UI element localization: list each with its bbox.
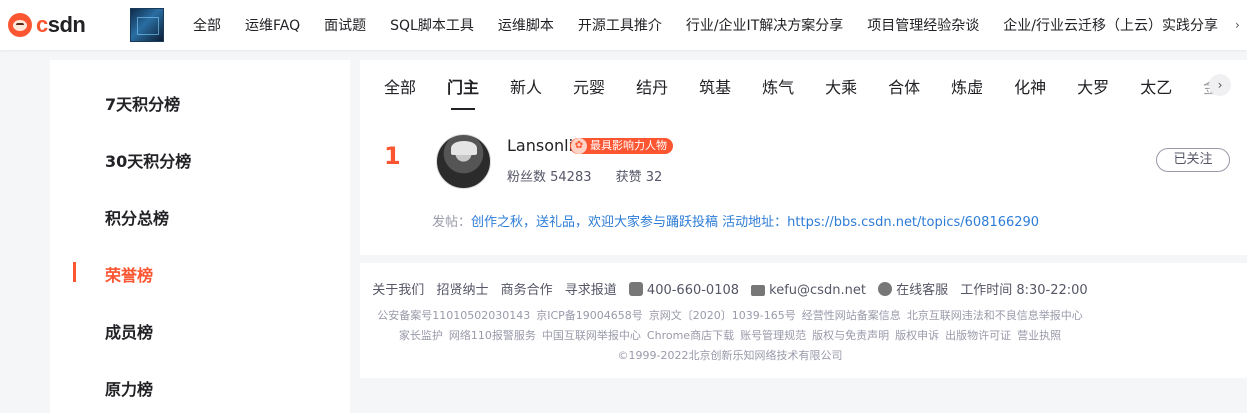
top-navbar: csdn 全部 运维FAQ 面试题 SQL脚本工具 运维脚本 开源工具推介 行业/企业IT解…: [0, 0, 1247, 50]
sidebar-item-honor[interactable]: 荣誉榜: [105, 262, 153, 286]
rank-number: 1: [384, 142, 401, 170]
footer-link[interactable]: 寻求报道: [565, 283, 617, 298]
footer-license-link-1[interactable]: 京ICP备19004658号: [536, 309, 643, 322]
footer-link[interactable]: 关于我们: [372, 283, 424, 298]
community-thumbnail[interactable]: [130, 8, 164, 42]
ranking-panel: 全部门主新人元婴结丹筑基炼气大乘合体炼虚化神大罗太乙金 › 1 Lansonli…: [360, 60, 1247, 255]
tab-level-8[interactable]: 合体: [888, 74, 920, 98]
avatar[interactable]: [436, 134, 491, 189]
footer-small-link-4[interactable]: 账号管理规范: [740, 329, 806, 342]
footer-license-link-4[interactable]: 北京互联网违法和不良信息举报中心: [907, 309, 1083, 322]
chevron-right-icon[interactable]: ›: [1235, 18, 1247, 32]
footer-hours: 工作时间 8:30-22:00: [960, 283, 1088, 298]
chat-icon: [878, 282, 893, 296]
footer-copyright: ©1999-2022北京创新乐知网络技术有限公司: [617, 349, 843, 362]
nav-link-1[interactable]: 运维FAQ: [245, 15, 300, 35]
footer-small-link-2[interactable]: 中国互联网举报中心: [542, 329, 641, 342]
footer-license-link-0[interactable]: 公安备案号11010502030143: [377, 309, 530, 322]
nav-link-7[interactable]: 项目管理经验杂谈: [867, 15, 979, 35]
mascot-icon: [8, 13, 32, 37]
influence-badge: ✿ 最具影响力人物: [570, 138, 673, 154]
footer-link[interactable]: 招贤纳士: [436, 283, 488, 298]
nav-link-0[interactable]: 全部: [193, 15, 221, 35]
tab-level-6[interactable]: 炼气: [762, 74, 794, 98]
phone-icon: [628, 282, 643, 296]
footer-small-link-3[interactable]: Chrome商店下载: [647, 329, 734, 342]
sidebar-item-30day[interactable]: 30天积分榜: [105, 148, 191, 172]
nav-link-8[interactable]: 企业/行业云迁移（上云）实践分享: [1003, 15, 1218, 35]
nav-link-6[interactable]: 行业/企业IT解决方案分享: [686, 15, 843, 35]
mail-icon: [751, 285, 766, 296]
tab-level-5[interactable]: 筑基: [699, 74, 731, 98]
nav-link-5[interactable]: 开源工具推介: [578, 15, 662, 35]
sidebar: 7天积分榜 30天积分榜 积分总榜 荣誉榜 成员榜 原力榜: [50, 60, 350, 413]
footer-email[interactable]: kefu@csdn.net: [751, 283, 866, 298]
user-stats: 粉丝数 54283 获赞 32: [507, 166, 682, 185]
footer-license-link-3[interactable]: 经营性网站备案信息: [802, 309, 901, 322]
tab-level-7[interactable]: 大乘: [825, 74, 857, 98]
service-label: 在线客服: [896, 283, 949, 298]
footer-small-link-8[interactable]: 营业执照: [1017, 329, 1061, 342]
active-indicator: [73, 262, 76, 282]
follow-button[interactable]: 已关注: [1156, 148, 1230, 172]
badge-label: 最具影响力人物: [590, 139, 667, 152]
footer-small-link-1[interactable]: 网络110报警服务: [449, 329, 536, 342]
nav-link-3[interactable]: SQL脚本工具: [390, 15, 474, 35]
footer-small-link-6[interactable]: 版权申诉: [895, 329, 939, 342]
sidebar-item-members[interactable]: 成员榜: [105, 319, 153, 343]
footer: 关于我们 招贤纳士 商务合作 寻求报道 400-660-0108 kefu@cs…: [360, 263, 1247, 378]
tab-level-2[interactable]: 新人: [510, 74, 542, 98]
email-address: kefu@csdn.net: [769, 283, 866, 298]
phone-number: 400-660-0108: [646, 283, 740, 298]
post-link[interactable]: 创作之秋，送礼品，欢迎大家参与踊跃投稿 活动地址：https://bbs.csd…: [471, 215, 1039, 230]
footer-small-link-5[interactable]: 版权与免责声明: [812, 329, 889, 342]
latest-post: 发帖：创作之秋，送礼品，欢迎大家参与踊跃投稿 活动地址：https://bbs.…: [432, 211, 1039, 230]
sidebar-item-total[interactable]: 积分总榜: [105, 205, 169, 229]
tab-level-9[interactable]: 炼虚: [951, 74, 983, 98]
post-label: 发帖：: [432, 215, 472, 230]
footer-phone: 400-660-0108: [628, 282, 740, 298]
csdn-logo[interactable]: csdn: [8, 12, 86, 38]
sidebar-item-force[interactable]: 原力榜: [105, 376, 153, 400]
nav-link-2[interactable]: 面试题: [324, 15, 366, 35]
tab-level-3[interactable]: 元婴: [573, 74, 605, 98]
tab-level-11[interactable]: 大罗: [1077, 74, 1109, 98]
footer-service[interactable]: 在线客服: [878, 282, 949, 298]
tab-level-12[interactable]: 太乙: [1140, 74, 1172, 98]
footer-small-link-7[interactable]: 出版物许可证: [945, 329, 1011, 342]
tab-level-1[interactable]: 门主: [447, 74, 479, 110]
footer-license-link-2[interactable]: 京网文〔2020〕1039-165号: [649, 309, 796, 322]
fans-count: 粉丝数 54283: [507, 170, 592, 185]
footer-small-link-0[interactable]: 家长监护: [399, 329, 443, 342]
sidebar-item-7day[interactable]: 7天积分榜: [105, 91, 180, 115]
level-tabs: 全部门主新人元婴结丹筑基炼气大乘合体炼虚化神大罗太乙金: [384, 74, 1247, 110]
tab-level-4[interactable]: 结丹: [636, 74, 668, 98]
footer-link[interactable]: 商务合作: [501, 283, 553, 298]
footer-license-line: 公安备案号11010502030143 京ICP备19004658号 京网文〔202…: [360, 307, 1100, 323]
tab-level-10[interactable]: 化神: [1014, 74, 1046, 98]
chevron-right-icon[interactable]: ›: [1209, 74, 1231, 96]
tab-level-0[interactable]: 全部: [384, 74, 416, 98]
logo-text: csdn: [36, 12, 86, 37]
username[interactable]: Lansonli: [507, 136, 573, 155]
footer-contact-line: 关于我们 招贤纳士 商务合作 寻求报道 400-660-0108 kefu@cs…: [360, 279, 1100, 298]
nav-link-4[interactable]: 运维脚本: [498, 15, 554, 35]
nav-links: 全部 运维FAQ 面试题 SQL脚本工具 运维脚本 开源工具推介 行业/企业IT解决方案分享…: [193, 0, 1242, 50]
medal-icon: ✿: [571, 138, 587, 154]
footer-links-line: 家长监护 网络110报警服务 中国互联网举报中心 Chrome商店下载 账号管理规范 版权…: [360, 327, 1100, 343]
likes-count: 获赞 32: [615, 170, 663, 185]
